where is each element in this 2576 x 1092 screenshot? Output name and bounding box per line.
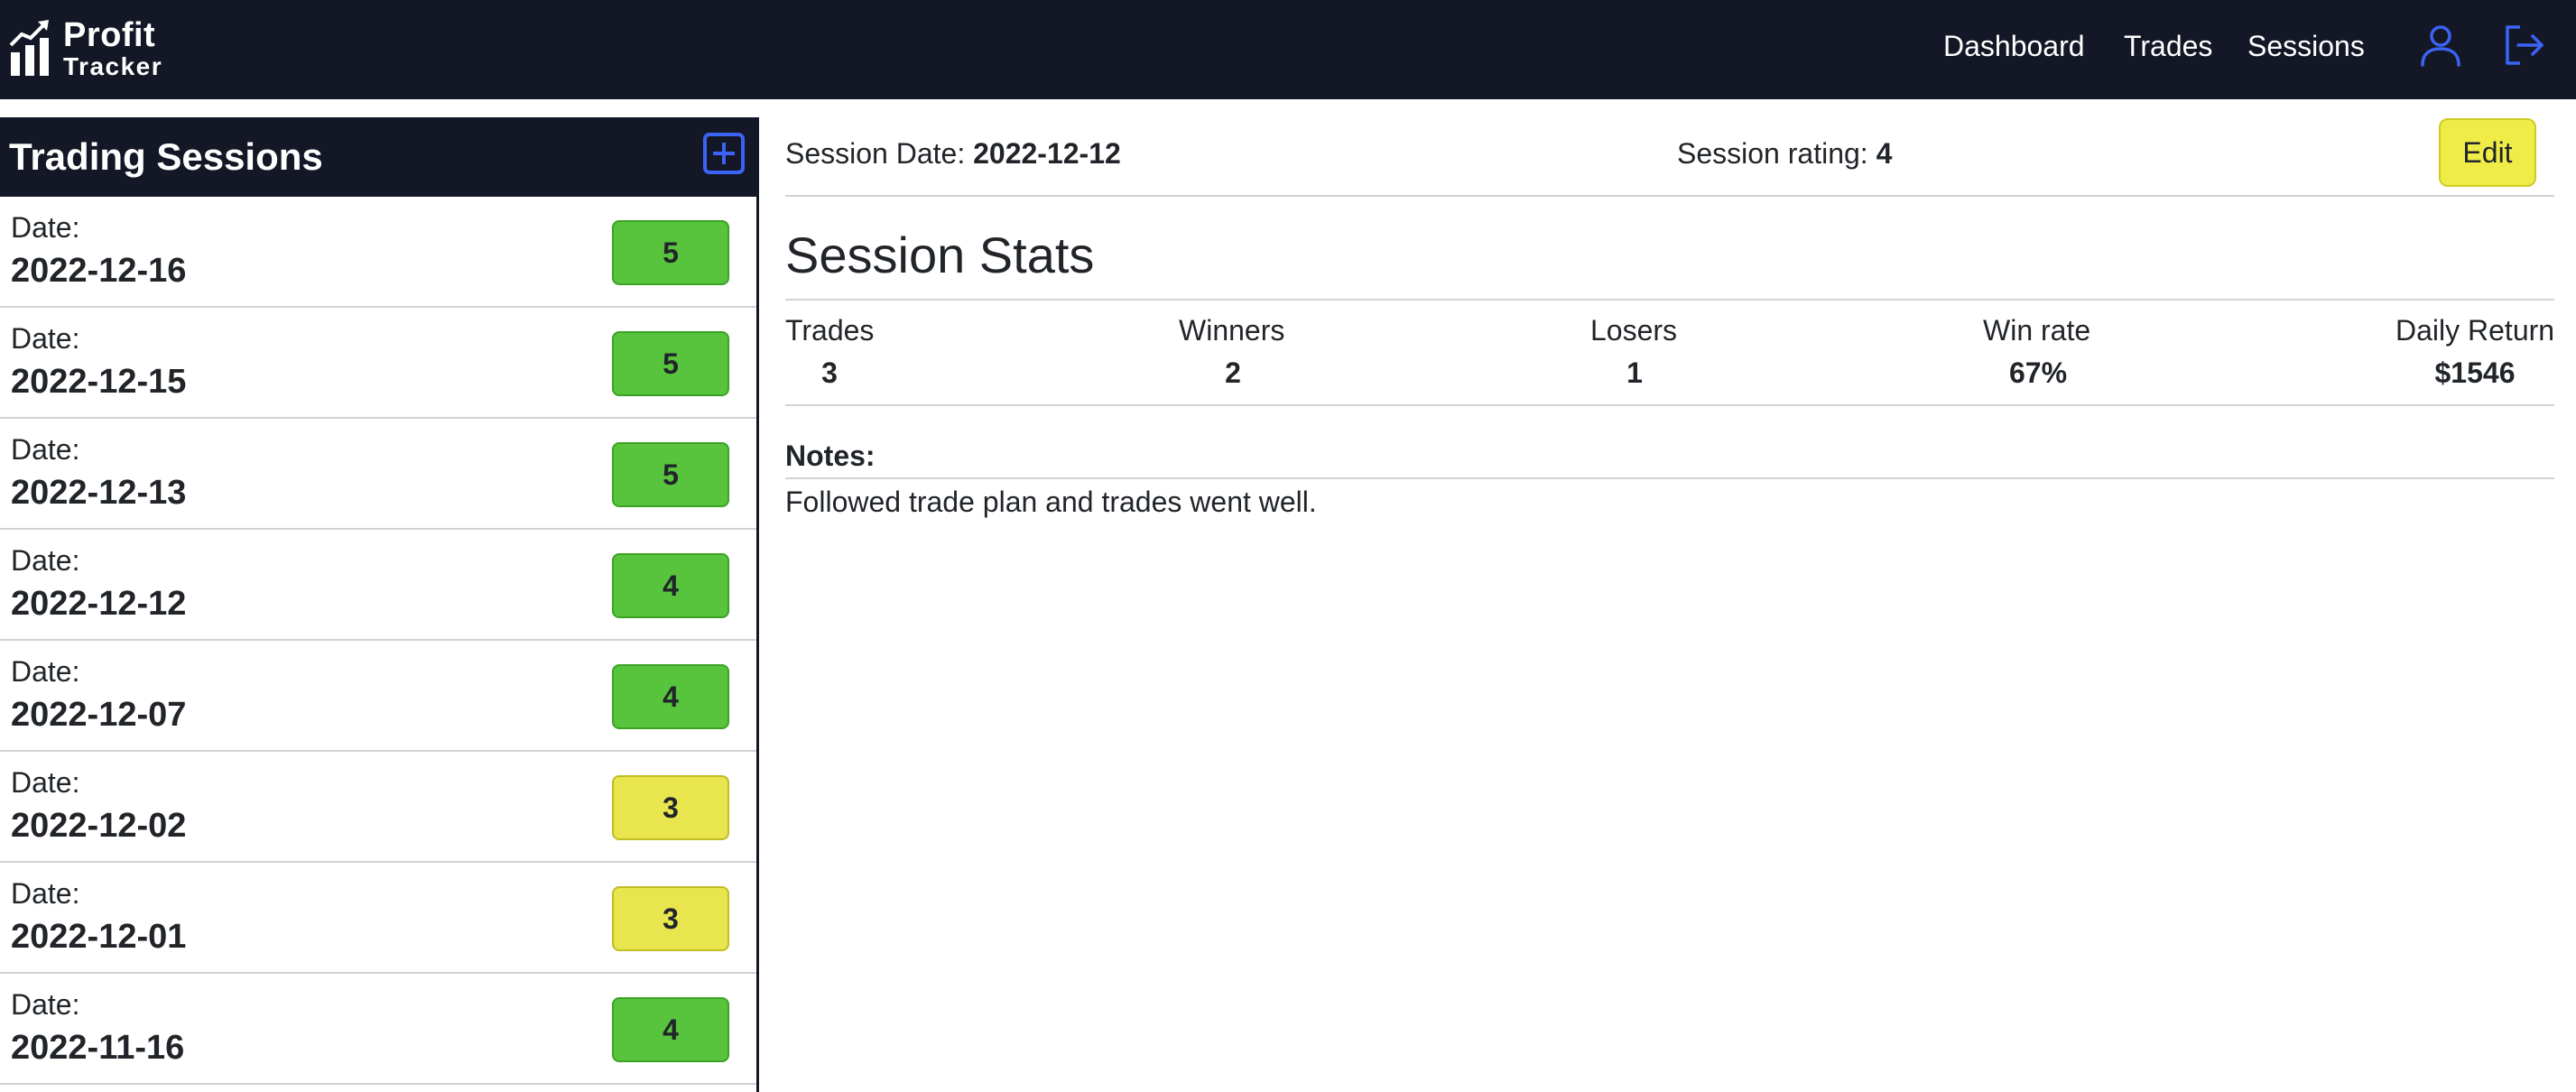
- session-date-label: Date:: [11, 433, 80, 466]
- add-session-button[interactable]: [702, 132, 746, 175]
- brand-logo[interactable]: Profit Tracker: [9, 13, 162, 85]
- rating-badge: 3: [612, 775, 729, 840]
- session-date-value: 2022-12-12: [973, 137, 1121, 170]
- rating-badge: 5: [612, 331, 729, 396]
- session-date-label: Date:: [11, 766, 80, 799]
- stat-label-trades: Trades: [785, 314, 875, 347]
- divider: [785, 404, 2554, 406]
- sidebar-title: Trading Sessions: [9, 135, 323, 178]
- session-list-item[interactable]: Date: 2022-12-07 4: [0, 641, 756, 752]
- brand-line-1: Profit: [63, 16, 156, 54]
- stat-value-winners: 2: [1225, 356, 1241, 389]
- stat-value-win-rate: 67%: [2008, 356, 2068, 389]
- session-date-label: Date:: [11, 322, 80, 355]
- session-date-label: Date:: [11, 877, 80, 910]
- session-list-item[interactable]: Date: 2022-12-13 5: [0, 419, 756, 530]
- session-date: 2022-12-13: [11, 474, 187, 512]
- session-detail-panel: Session Date: 2022-12-12 Session rating:…: [785, 117, 2554, 1092]
- stat-label-winners: Winners: [1179, 314, 1285, 347]
- rating-badge: 4: [612, 997, 729, 1062]
- session-date: 2022-12-16: [11, 252, 187, 290]
- brand-name: Profit Tracker: [63, 18, 162, 79]
- stat-label-losers: Losers: [1590, 314, 1678, 347]
- stat-label-daily-return: Daily Return: [2395, 314, 2555, 347]
- session-list-item[interactable]: Date: 2022-12-16 5: [0, 197, 756, 308]
- session-list: Date: 2022-12-16 5 Date: 2022-12-15 5 Da…: [0, 197, 756, 1085]
- edit-button[interactable]: Edit: [2439, 118, 2536, 187]
- sidebar-header: Trading Sessions: [0, 117, 756, 197]
- divider: [785, 477, 2554, 479]
- top-navbar: Profit Tracker Dashboard Trades Sessions: [0, 0, 2576, 99]
- session-header: Session Date: 2022-12-12 Session rating:…: [785, 117, 2554, 197]
- session-list-item[interactable]: Date: 2022-12-15 5: [0, 308, 756, 419]
- rating-badge: 5: [612, 442, 729, 507]
- session-date-label: Session Date:: [785, 137, 966, 170]
- brand-line-2: Tracker: [63, 52, 163, 80]
- session-rating-label: Session rating:: [1677, 137, 1868, 170]
- session-date-info: Session Date: 2022-12-12: [785, 134, 1121, 173]
- session-rating-value: 4: [1876, 137, 1893, 170]
- stat-label-win-rate: Win rate: [1983, 314, 2091, 347]
- session-date: 2022-12-15: [11, 363, 187, 401]
- nav-dashboard-link[interactable]: Dashboard: [1943, 27, 2085, 65]
- stat-value-daily-return: $1546: [2434, 356, 2516, 389]
- stats-title: Session Stats: [785, 227, 1095, 283]
- rating-badge: 4: [612, 664, 729, 729]
- rating-badge: 4: [612, 553, 729, 618]
- nav-sessions-link[interactable]: Sessions: [2247, 27, 2365, 65]
- rating-badge: 3: [612, 886, 729, 951]
- session-date: 2022-12-12: [11, 585, 187, 623]
- user-icon[interactable]: [2417, 22, 2464, 69]
- sessions-sidebar: Trading Sessions Date: 2022-12-16 5 Date…: [0, 117, 759, 1092]
- session-date: 2022-12-07: [11, 696, 187, 734]
- session-list-item[interactable]: Date: 2022-12-12 4: [0, 530, 756, 641]
- session-rating-info: Session rating: 4: [1677, 134, 1892, 173]
- session-date-label: Date:: [11, 544, 80, 577]
- bar-chart-trend-icon: [9, 20, 49, 76]
- logout-icon[interactable]: [2500, 22, 2547, 69]
- nav-trades-link[interactable]: Trades: [2124, 27, 2212, 65]
- session-list-item[interactable]: Date: 2022-11-16 4: [0, 974, 756, 1085]
- session-date-label: Date:: [11, 211, 80, 244]
- session-date-label: Date:: [11, 988, 80, 1021]
- notes-label: Notes:: [785, 440, 876, 472]
- session-date-label: Date:: [11, 655, 80, 688]
- stat-value-trades: 3: [821, 356, 838, 389]
- session-date: 2022-12-01: [11, 918, 187, 956]
- stat-value-losers: 1: [1626, 356, 1643, 389]
- notes-text: Followed trade plan and trades went well…: [785, 486, 1317, 518]
- session-list-item[interactable]: Date: 2022-12-02 3: [0, 752, 756, 863]
- session-list-item[interactable]: Date: 2022-12-01 3: [0, 863, 756, 974]
- rating-badge: 5: [612, 220, 729, 285]
- divider: [785, 299, 2554, 301]
- session-date: 2022-11-16: [11, 1029, 185, 1067]
- session-date: 2022-12-02: [11, 807, 187, 845]
